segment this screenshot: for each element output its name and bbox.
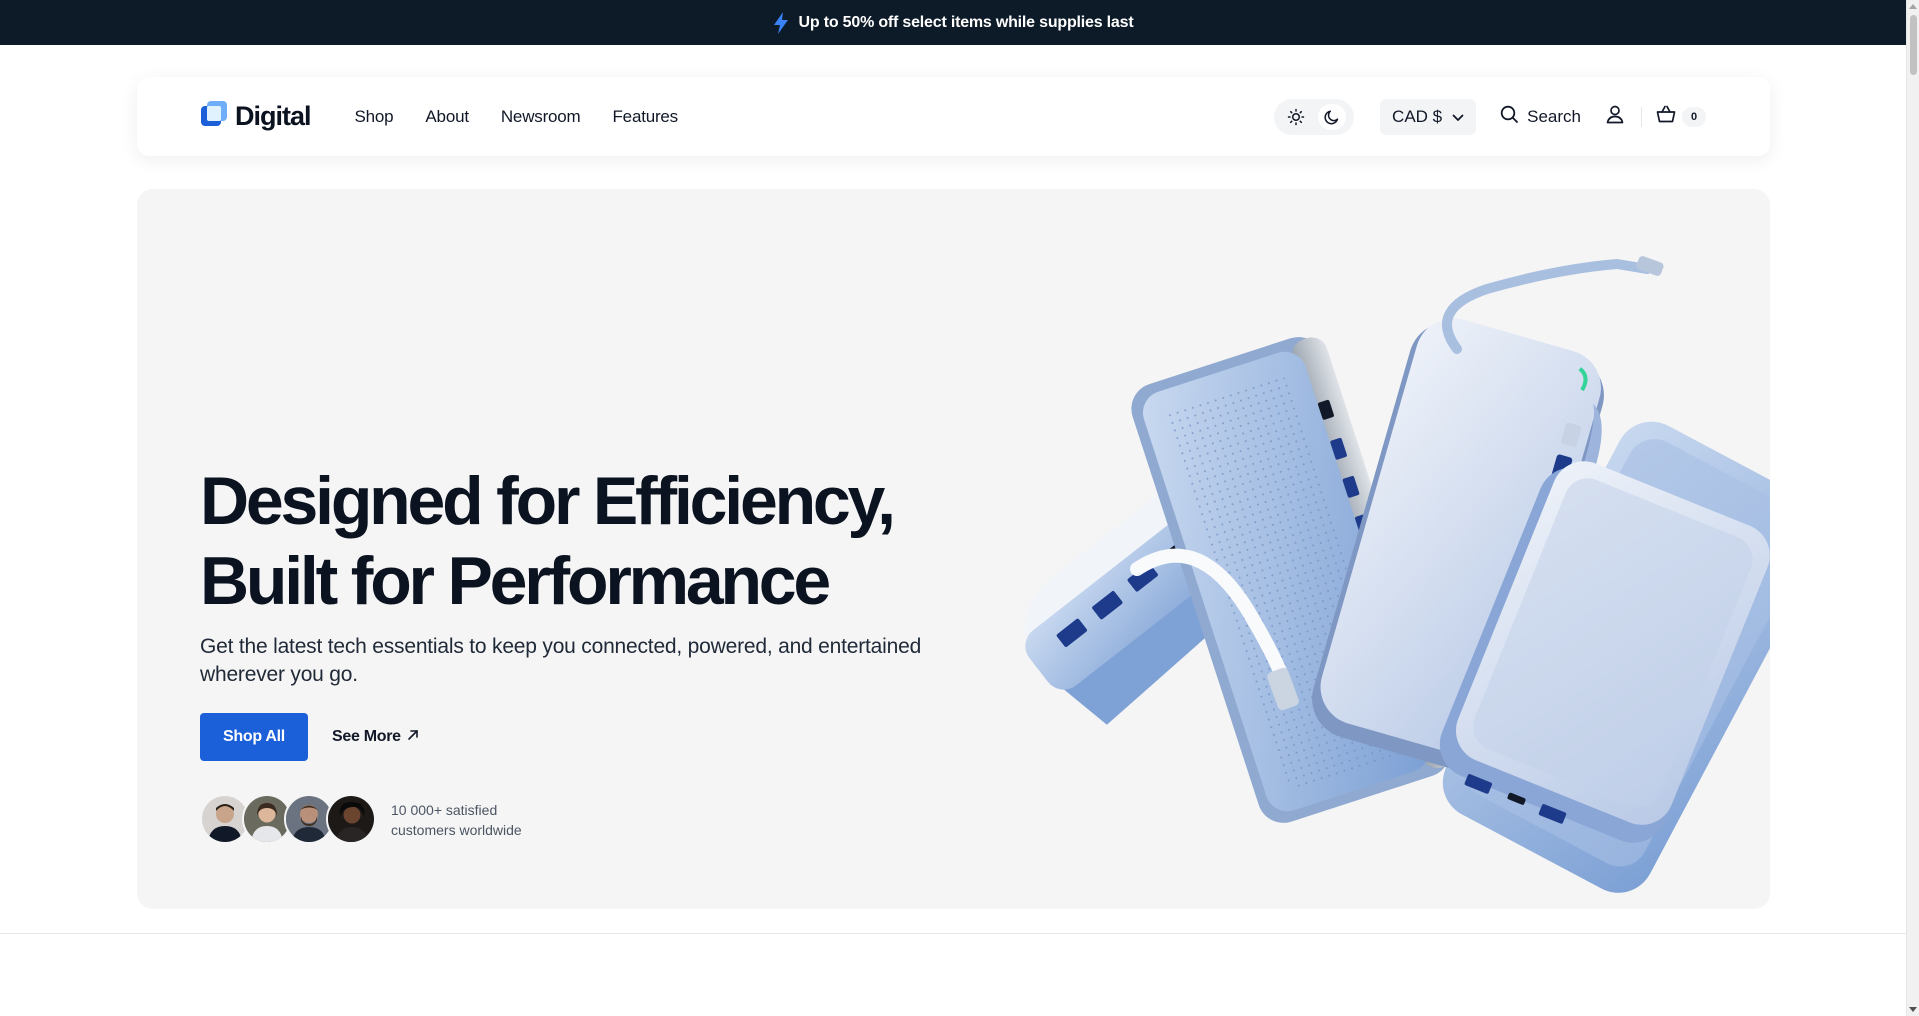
- header-actions: CAD $ Search 0: [1274, 98, 1706, 135]
- nav-shop[interactable]: Shop: [355, 107, 394, 127]
- scroll-thumb[interactable]: [1910, 15, 1917, 75]
- page-scrollbar[interactable]: [1906, 0, 1919, 1016]
- search-label: Search: [1527, 106, 1581, 126]
- user-icon: [1605, 104, 1625, 129]
- nav-newsroom[interactable]: Newsroom: [501, 107, 581, 127]
- currency-selector[interactable]: CAD $: [1380, 98, 1477, 135]
- arrow-up-right-icon: [407, 728, 419, 746]
- hero-title: Designed for Efficiency, Built for Perfo…: [200, 463, 896, 619]
- nav-about[interactable]: About: [425, 107, 469, 127]
- hero-section: Designed for Efficiency, Built for Perfo…: [137, 189, 1770, 909]
- cart-button[interactable]: 0: [1656, 104, 1706, 129]
- see-more-link[interactable]: See More: [332, 713, 419, 761]
- avatar: [326, 794, 376, 844]
- shopping-basket-icon: [1656, 104, 1676, 129]
- scroll-down-icon[interactable]: [1909, 1007, 1917, 1012]
- logo-icon: [201, 101, 227, 132]
- chevron-down-icon: [1452, 107, 1464, 127]
- account-button[interactable]: [1605, 104, 1625, 129]
- moon-icon[interactable]: [1318, 103, 1347, 130]
- currency-label: CAD $: [1392, 106, 1443, 126]
- shop-all-button[interactable]: Shop All: [200, 713, 308, 761]
- sun-icon[interactable]: [1282, 104, 1310, 130]
- site-header: Digital Shop About Newsroom Features CAD…: [137, 77, 1770, 156]
- social-proof-line2: customers worldwide: [391, 822, 522, 838]
- social-proof-text: 10 000+ satisfied customers worldwide: [391, 800, 541, 840]
- header-divider: [1641, 106, 1642, 127]
- search-button[interactable]: Search: [1500, 105, 1581, 129]
- main-nav: Shop About Newsroom Features: [355, 107, 679, 127]
- nav-features[interactable]: Features: [613, 107, 679, 127]
- search-icon: [1500, 105, 1519, 129]
- see-more-label: See More: [332, 728, 401, 745]
- announcement-text: Up to 50% off select items while supplie…: [798, 13, 1134, 31]
- hero-subtitle: Get the latest tech essentials to keep y…: [200, 635, 922, 686]
- logo-link[interactable]: Digital: [201, 101, 312, 132]
- product-hero-image: [1024, 256, 1770, 893]
- section-divider: [0, 933, 1906, 934]
- logo-text: Digital: [235, 101, 312, 131]
- social-proof-line1: 10 000+ satisfied: [391, 802, 498, 818]
- announcement-bar: Up to 50% off select items while supplie…: [0, 0, 1906, 45]
- lightning-bolt-icon: [773, 11, 789, 34]
- cart-count-badge: 0: [1682, 106, 1706, 127]
- customer-avatars: [200, 794, 376, 844]
- scroll-up-icon[interactable]: [1909, 4, 1917, 9]
- theme-toggle: [1274, 98, 1355, 135]
